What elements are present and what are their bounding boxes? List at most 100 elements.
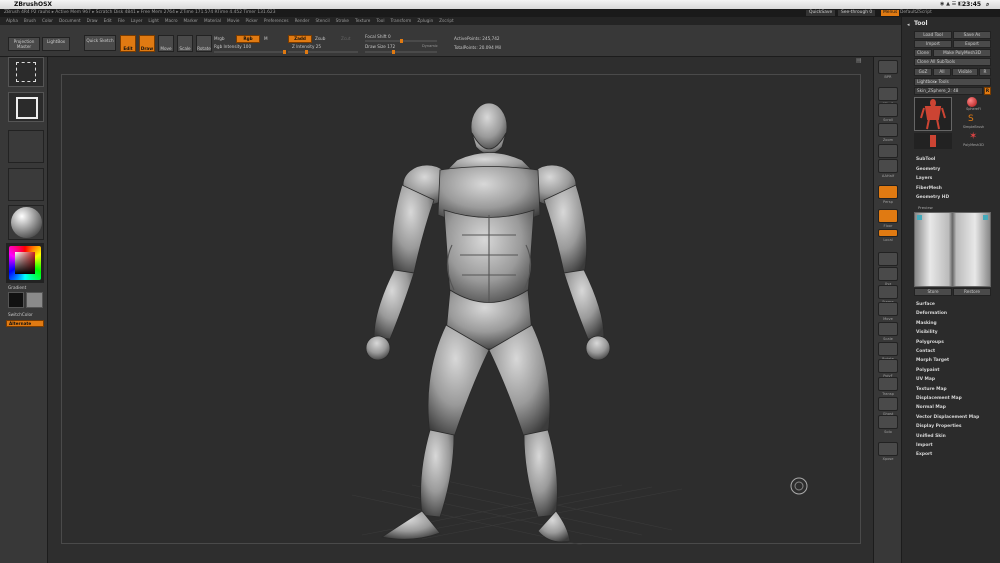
shelf-button-ghost[interactable] <box>878 397 898 411</box>
saturation-box[interactable] <box>15 252 35 274</box>
section-polypaint[interactable]: Polypaint <box>916 368 939 373</box>
current-tool-thumb[interactable] <box>914 97 952 131</box>
section-fibermesh[interactable]: FiberMesh <box>916 186 942 191</box>
shelf-button-local[interactable] <box>878 229 898 237</box>
section-texture-map[interactable]: Texture Map <box>916 387 947 392</box>
menu-item-brush[interactable]: Brush <box>24 17 36 25</box>
section-layers[interactable]: Layers <box>916 176 932 181</box>
menu-item-preferences[interactable]: Preferences <box>264 17 289 25</box>
menu-item-marker[interactable]: Marker <box>184 17 198 25</box>
lightbox-tools-button[interactable]: Lightbox▸ Tools <box>914 78 991 86</box>
preview-window[interactable] <box>914 212 991 287</box>
shelf-button-scroll[interactable] <box>878 103 898 117</box>
projection-master-button[interactable]: Projection Master <box>8 37 40 51</box>
document-options-icon[interactable]: ▤ <box>856 57 866 65</box>
preview-header[interactable]: Preview <box>914 205 991 211</box>
section-geometry[interactable]: Geometry <box>916 167 940 172</box>
section-display-properties[interactable]: Display Properties <box>916 424 962 429</box>
edit-button[interactable]: Edit <box>120 35 136 52</box>
shelf-button-polyf[interactable] <box>878 359 898 373</box>
menu-item-render[interactable]: Render <box>295 17 310 25</box>
shelf-button-spix-3[interactable] <box>878 87 898 101</box>
shelf-button-persp[interactable] <box>878 185 898 199</box>
shelf-button-actual[interactable] <box>878 144 898 158</box>
spherefl-thumb[interactable]: SphereFl <box>956 97 991 113</box>
menu-item-macro[interactable]: Macro <box>165 17 178 25</box>
export-button[interactable]: Export <box>953 40 991 48</box>
draw-button[interactable]: Draw <box>139 35 155 52</box>
shelf-button-zoom[interactable] <box>878 123 898 137</box>
secondary-color-swatch[interactable] <box>26 292 43 308</box>
import-button[interactable]: Import <box>914 40 952 48</box>
section-geometry-hd[interactable]: Geometry HD <box>916 195 949 200</box>
focal-shift-track[interactable] <box>365 39 437 43</box>
menu-item-zplugin[interactable]: Zplugin <box>417 17 433 25</box>
menu-item-tool[interactable]: Tool <box>376 17 384 25</box>
muscle-figure-model[interactable] <box>365 102 611 543</box>
brush-slot[interactable] <box>8 57 44 87</box>
menu-item-light[interactable]: Light <box>148 17 158 25</box>
shelf-button-solo[interactable] <box>878 415 898 429</box>
shelf-button-l-sym[interactable] <box>878 252 898 266</box>
shelf-button-floor[interactable] <box>878 209 898 223</box>
simplebrush-thumb[interactable]: S SimpleBrush <box>956 115 991 131</box>
m-button[interactable]: M <box>264 36 268 41</box>
save-as-button[interactable]: Save As <box>953 31 991 39</box>
shelf-button-transp[interactable] <box>878 377 898 391</box>
menu-item-layer[interactable]: Layer <box>131 17 143 25</box>
menu-item-edit[interactable]: Edit <box>104 17 112 25</box>
make-polymesh-button[interactable]: Make PolyMesh3D <box>933 49 991 57</box>
zadd-button[interactable]: Zadd <box>288 35 312 43</box>
quick-sketch-button[interactable]: Quick Sketch <box>84 35 116 51</box>
rotate-button[interactable]: Rotate <box>196 35 212 52</box>
load-tool-button[interactable]: Load Tool <box>914 31 952 39</box>
tool-r-button[interactable]: R <box>984 87 991 95</box>
stroke-slot[interactable] <box>8 92 44 122</box>
tool-palette-title[interactable]: Tool <box>914 20 928 27</box>
section-export[interactable]: Export <box>916 452 932 457</box>
focal-shift-slider[interactable]: Focal Shift 0 <box>365 34 391 39</box>
default-script-button[interactable]: DefaultZScript <box>900 9 932 17</box>
shelf-button-xyz[interactable] <box>878 267 898 281</box>
section-displacement-map[interactable]: Displacement Map <box>916 396 962 401</box>
draw-size-slider[interactable]: Draw Size 172 <box>365 44 395 49</box>
canvas[interactable] <box>61 74 862 546</box>
switch-color-button[interactable]: SwitchColor <box>8 312 33 317</box>
alpha-slot[interactable] <box>8 130 44 163</box>
color-picker[interactable] <box>6 243 44 283</box>
draw-size-handle[interactable] <box>392 50 395 54</box>
shelf-button-rotate[interactable] <box>878 342 898 356</box>
section-subtool[interactable]: SubTool <box>916 157 935 162</box>
clock[interactable]: 23:45 <box>962 0 981 9</box>
palette-expand-icon[interactable]: ◂ <box>907 22 910 28</box>
polymesh3d-thumb[interactable]: ✶ PolyMesh3D <box>956 132 991 149</box>
zsub-button[interactable]: Zsub <box>315 36 325 41</box>
menu-item-stencil[interactable]: Stencil <box>315 17 329 25</box>
dynamic-button[interactable]: Dynamic <box>422 44 438 48</box>
section-masking[interactable]: Masking <box>916 321 937 326</box>
goz-button[interactable]: GoZ <box>914 68 932 76</box>
goz-r-button[interactable]: R <box>979 68 991 76</box>
section-surface[interactable]: Surface <box>916 302 935 307</box>
menu-item-material[interactable]: Material <box>204 17 221 25</box>
shelf-button-aahalf[interactable] <box>878 159 898 173</box>
mrgb-button[interactable]: Mrgb <box>214 36 225 41</box>
menu-item-transform[interactable]: Transform <box>390 17 411 25</box>
move-button[interactable]: Move <box>158 35 174 52</box>
shelf-button-bpr[interactable] <box>878 60 898 74</box>
menu-item-stroke[interactable]: Stroke <box>336 17 349 25</box>
section-contact[interactable]: Contact <box>916 349 935 354</box>
current-tool-slider[interactable]: Skin_ZSphere_2: 48 <box>914 87 983 95</box>
goz-visible-button[interactable]: Visible <box>952 68 978 76</box>
shelf-button-move[interactable] <box>878 302 898 316</box>
clone-all-subtools-button[interactable]: Clone All SubTools <box>914 58 991 66</box>
section-import[interactable]: Import <box>916 443 933 448</box>
quicksave-button[interactable]: QuickSave <box>806 10 836 16</box>
rgb-intensity-track[interactable] <box>214 50 286 54</box>
rgb-intensity-slider[interactable]: Rgb Intensity 100 <box>214 44 251 49</box>
section-uv-map[interactable]: UV Map <box>916 377 935 382</box>
app-name[interactable]: ZBrushOSX <box>14 0 52 9</box>
model-viewport[interactable] <box>62 75 862 546</box>
menu-item-picker[interactable]: Picker <box>245 17 257 25</box>
menu-item-texture[interactable]: Texture <box>355 17 370 25</box>
